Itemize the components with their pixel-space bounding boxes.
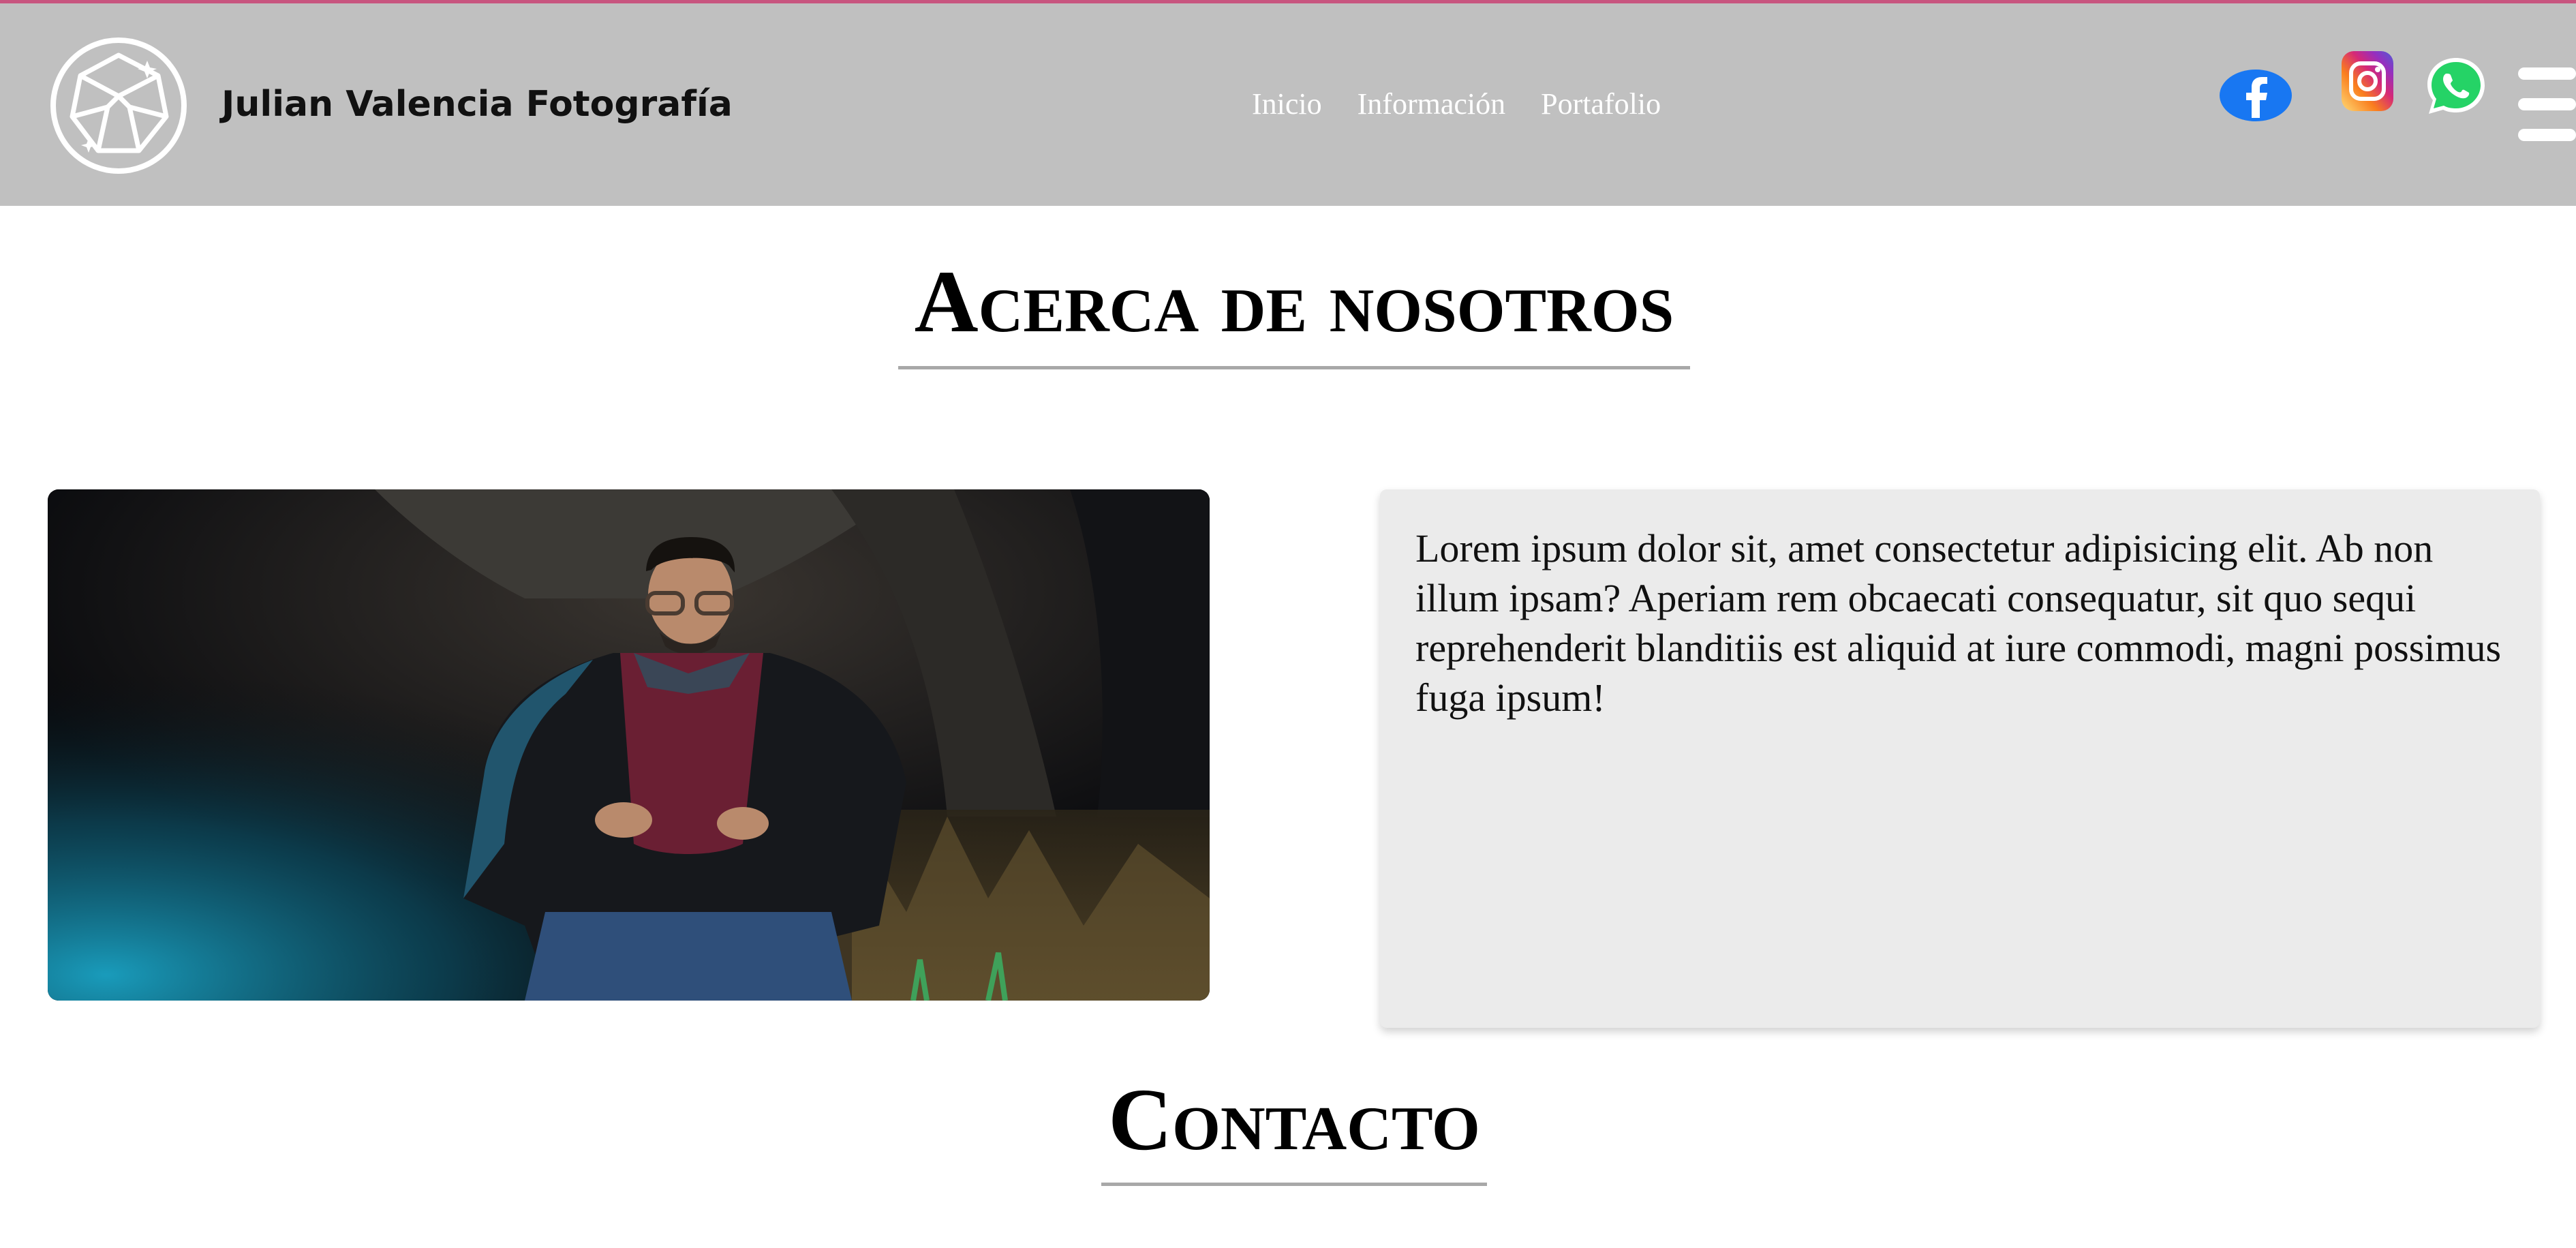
instagram-icon[interactable]	[2340, 50, 2395, 114]
logo-icon[interactable]	[49, 36, 188, 175]
facebook-icon[interactable]	[2218, 69, 2293, 122]
title-underline	[898, 366, 1690, 369]
section-title-about: Acerca de nosotros	[914, 253, 1674, 351]
whatsapp-icon[interactable]	[2423, 55, 2489, 117]
title-underline	[1101, 1183, 1487, 1186]
hamburger-menu-icon[interactable]	[2518, 65, 2576, 144]
about-text-card: Lorem ipsum dolor sit, amet consectetur …	[1380, 489, 2540, 1028]
nav-link-portafolio[interactable]: Portafolio	[1541, 87, 1661, 121]
nav-link-informacion[interactable]: Información	[1358, 87, 1505, 121]
nav-link-inicio[interactable]: Inicio	[1252, 87, 1322, 121]
about-paragraph: Lorem ipsum dolor sit, amet consectetur …	[1415, 526, 2502, 720]
site-header: Julian Valencia Fotografía Inicio Inform…	[0, 0, 2576, 206]
brand-name[interactable]: Julian Valencia Fotografía	[221, 84, 733, 125]
photographer-photo	[48, 489, 1210, 1001]
section-title-contact: Contacto	[1108, 1071, 1480, 1169]
main-nav: Inicio Información Portafolio	[1252, 87, 1661, 121]
